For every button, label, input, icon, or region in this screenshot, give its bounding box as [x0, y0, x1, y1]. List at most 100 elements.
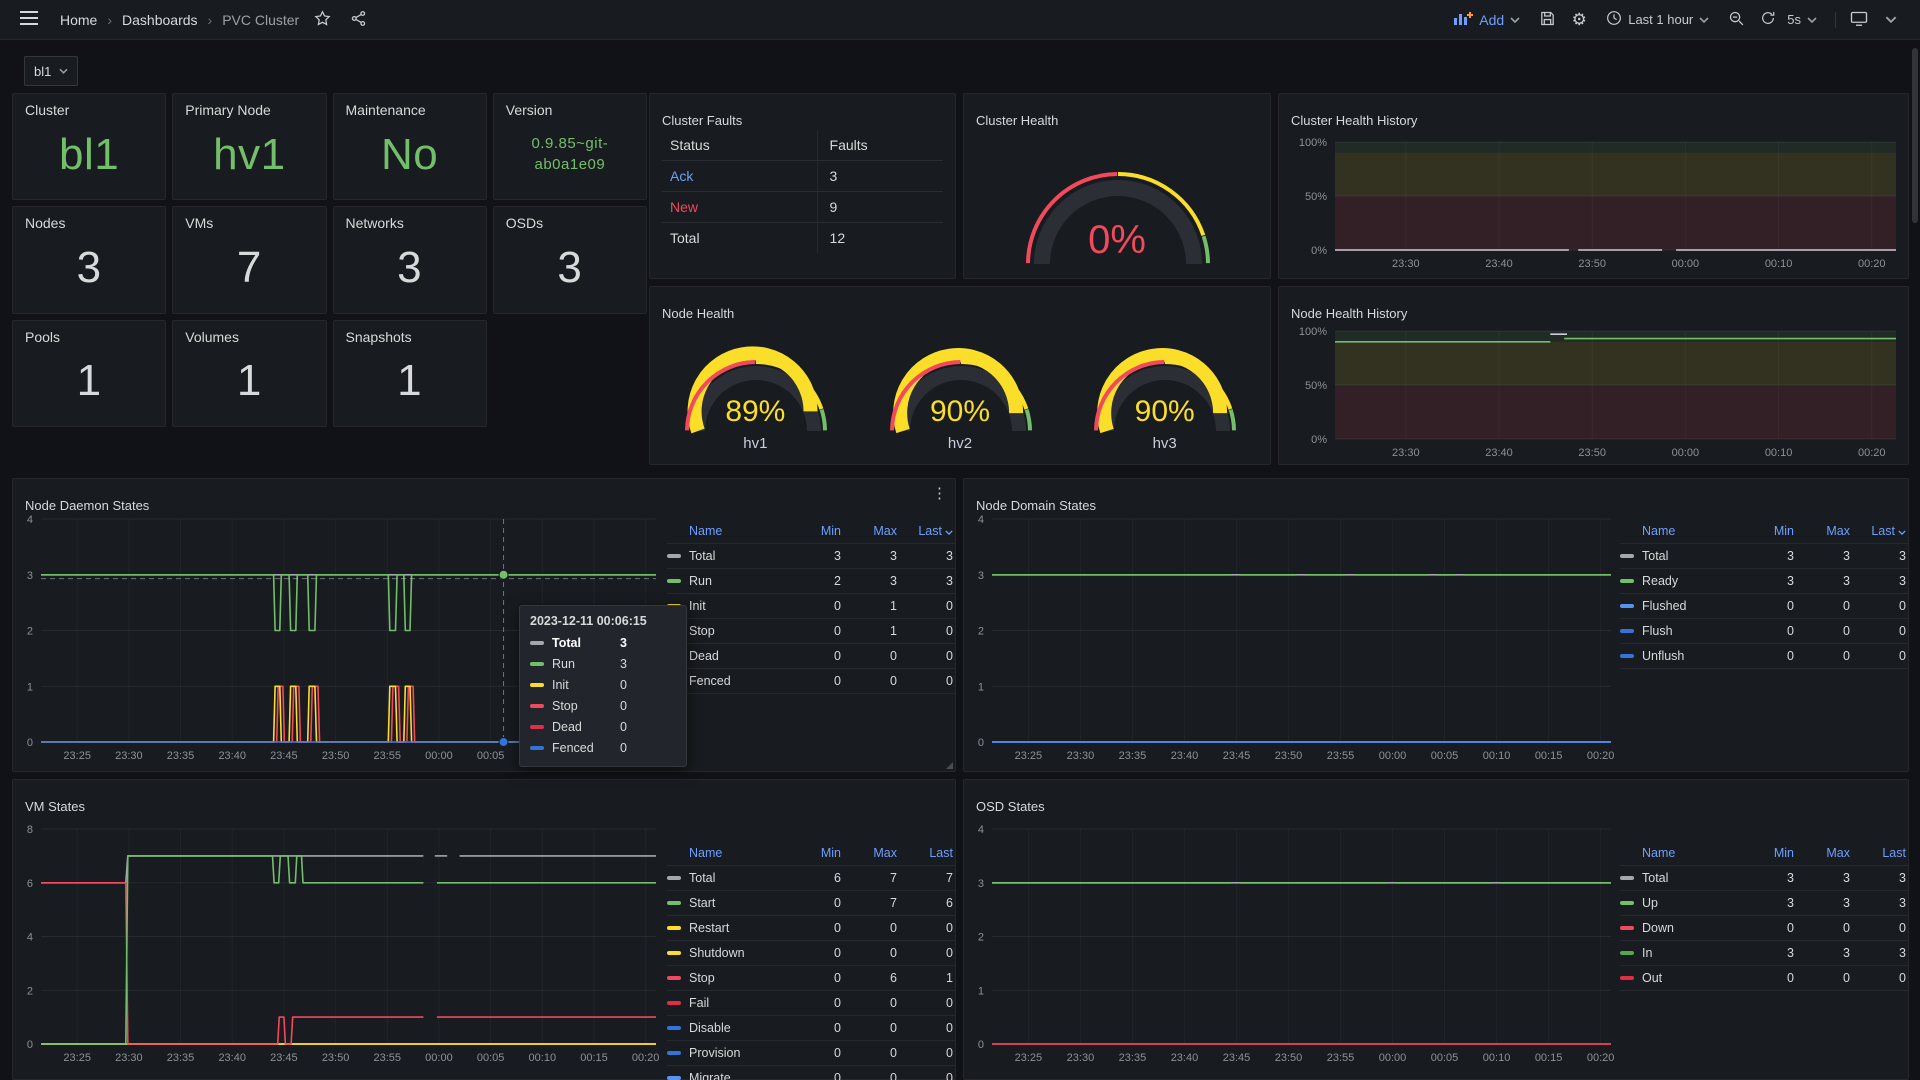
chart-plot-area[interactable]: 0%50%100%23:3023:4023:5000:0000:1000:20 [1279, 94, 1908, 278]
svg-text:23:40: 23:40 [218, 1052, 246, 1064]
stat-title[interactable]: OSDs [506, 215, 634, 231]
favorite-button[interactable] [309, 7, 335, 33]
svg-text:00:05: 00:05 [477, 1052, 505, 1064]
clock-icon [1606, 10, 1622, 29]
svg-text:23:40: 23:40 [1485, 447, 1513, 459]
stat-value: 1 [346, 345, 474, 418]
svg-text:23:50: 23:50 [1578, 258, 1606, 270]
stat-grid: Clusterbl1Primary Nodehv1MaintenanceNoVe… [12, 93, 647, 427]
svg-text:00:15: 00:15 [580, 1052, 608, 1064]
stat-title[interactable]: Primary Node [185, 102, 313, 118]
grafana-dashboard: Home › Dashboards › PVC Cluster Add [0, 0, 1920, 1080]
svg-text:0%: 0% [1311, 245, 1327, 257]
tooltip-series-value: 0 [620, 678, 627, 692]
tooltip-series-name: Run [552, 657, 620, 671]
add-panel-icon [1453, 10, 1473, 29]
stat-title[interactable]: Nodes [25, 215, 153, 231]
svg-text:23:50: 23:50 [1275, 1052, 1303, 1064]
svg-text:2: 2 [27, 626, 33, 638]
panel-node-domain-states: Node Domain States NameMinMaxLastTotal33… [963, 478, 1909, 772]
stat-title[interactable]: Networks [346, 215, 474, 231]
panel-title[interactable]: Cluster Faults [662, 113, 742, 128]
refresh-button[interactable] [1755, 7, 1781, 33]
column-header-status[interactable]: Status [662, 130, 817, 160]
tooltip-row: Dead0 [530, 716, 676, 737]
svg-text:00:20: 00:20 [1858, 258, 1886, 270]
chart-plot-area[interactable]: 0123423:2523:3023:3523:4023:4523:5023:55… [964, 780, 1908, 1079]
stat-title[interactable]: Volumes [185, 329, 313, 345]
svg-text:3: 3 [978, 570, 984, 582]
chevron-down-icon [1807, 17, 1817, 23]
tooltip-series-value: 3 [620, 657, 627, 671]
svg-text:2: 2 [27, 985, 33, 997]
stat-title[interactable]: Cluster [25, 102, 153, 118]
svg-text:00:20: 00:20 [1587, 1052, 1615, 1064]
breadcrumb-dashboards[interactable]: Dashboards [122, 12, 198, 28]
chart-plot-area[interactable]: 0123423:2523:3023:3523:4023:4523:5023:55… [13, 479, 955, 771]
svg-text:4: 4 [27, 514, 33, 526]
stat-title[interactable]: VMs [185, 215, 313, 231]
nav-divider [1835, 12, 1836, 28]
series-color-dash [530, 746, 544, 750]
svg-text:23:45: 23:45 [270, 750, 298, 762]
chart-plot-area[interactable]: 0%50%100%23:3023:4023:5000:0000:1000:20 [1279, 287, 1908, 464]
series-color-dash [530, 683, 544, 687]
add-button[interactable]: Add [1445, 6, 1528, 34]
menu-button[interactable] [16, 7, 42, 33]
panel-osd-states: OSD States NameMinMaxLastTotal333Up333Do… [963, 779, 1909, 1080]
panel-title[interactable]: Node Health [662, 306, 734, 321]
column-header-faults[interactable]: Faults [817, 130, 943, 160]
svg-text:00:05: 00:05 [1431, 750, 1459, 762]
svg-text:0: 0 [27, 1039, 33, 1051]
save-dashboard-button[interactable] [1534, 7, 1560, 33]
tooltip-series-name: Init [552, 678, 620, 692]
tooltip-row: Total3 [530, 632, 676, 653]
chart-plot-area[interactable]: 0246823:2523:3023:3523:4023:4523:5023:55… [13, 780, 955, 1079]
gear-icon: ⚙ [1572, 11, 1587, 28]
tooltip-row: Fenced0 [530, 737, 676, 758]
stat-title[interactable]: Snapshots [346, 329, 474, 345]
stat-value: 7 [185, 231, 313, 304]
svg-text:4: 4 [978, 514, 984, 526]
chart-tooltip: 2023-12-11 00:06:15 Total3Run3Init0Stop0… [519, 605, 687, 767]
cluster-faults-table: StatusFaultsAck3New9Total12 [662, 130, 943, 253]
nav-collapse-button[interactable] [1878, 7, 1904, 33]
svg-text:23:25: 23:25 [63, 750, 91, 762]
node-health-gauge-hv2: 90%hv2 [861, 321, 1060, 461]
svg-text:00:00: 00:00 [1379, 1052, 1407, 1064]
refresh-interval-label: 5s [1787, 12, 1801, 27]
svg-text:100%: 100% [1299, 137, 1327, 149]
dashboard-settings-button[interactable]: ⚙ [1566, 7, 1592, 33]
svg-text:0: 0 [978, 1039, 984, 1051]
variable-selector[interactable]: bl1 [24, 56, 78, 86]
stat-panel-nodes: Nodes3 [12, 206, 166, 313]
svg-text:23:30: 23:30 [1392, 447, 1420, 459]
chevron-down-icon [59, 68, 68, 74]
share-icon [350, 10, 367, 30]
top-nav: Home › Dashboards › PVC Cluster Add [0, 0, 1920, 40]
svg-text:1: 1 [978, 985, 984, 997]
tv-icon [1850, 10, 1868, 30]
fault-count-cell: 9 [817, 192, 943, 222]
time-range-picker[interactable]: Last 1 hour [1598, 6, 1717, 34]
svg-text:1: 1 [978, 681, 984, 693]
svg-text:23:35: 23:35 [167, 750, 195, 762]
table-row: New9 [662, 191, 943, 222]
zoom-out-button[interactable] [1723, 7, 1749, 33]
svg-text:00:15: 00:15 [1535, 1052, 1563, 1064]
stat-value: 3 [506, 231, 634, 304]
stat-title[interactable]: Version [506, 102, 634, 118]
scrollbar-thumb[interactable] [1912, 48, 1918, 223]
fault-status-cell: Total [662, 223, 817, 253]
add-label: Add [1479, 12, 1504, 28]
svg-text:00:10: 00:10 [1483, 750, 1511, 762]
refresh-interval-picker[interactable]: 5s [1787, 6, 1825, 34]
save-icon [1539, 10, 1556, 30]
stat-title[interactable]: Maintenance [346, 102, 474, 118]
stat-title[interactable]: Pools [25, 329, 153, 345]
panel-node-health-history: Node Health History 0%50%100%23:3023:402… [1278, 286, 1909, 465]
tv-mode-button[interactable] [1846, 7, 1872, 33]
chart-plot-area[interactable]: 0123423:2523:3023:3523:4023:4523:5023:55… [964, 479, 1908, 771]
breadcrumb-home[interactable]: Home [60, 12, 97, 28]
share-button[interactable] [345, 7, 371, 33]
